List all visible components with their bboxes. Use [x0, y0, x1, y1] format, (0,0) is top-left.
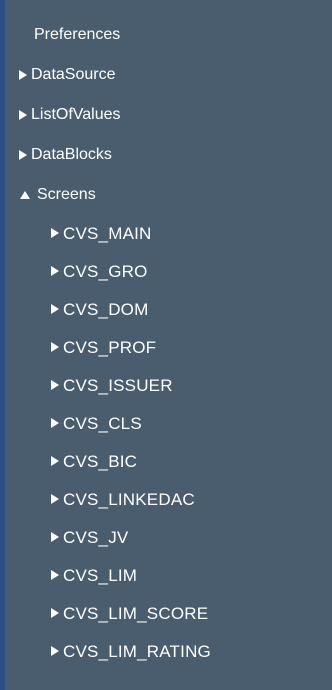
caret-right-icon[interactable]: [49, 531, 61, 543]
tree-item-label: CVS_LIM: [63, 565, 138, 585]
caret-right-icon[interactable]: [49, 493, 61, 505]
caret-right-icon[interactable]: [49, 569, 61, 581]
tree-item-label: Screens: [37, 186, 96, 203]
caret-right-icon[interactable]: [17, 149, 29, 161]
tree-item-cvs-cls[interactable]: CVS_CLS: [49, 405, 142, 441]
tree-item-cvs-linkedac[interactable]: CVS_LINKEDAC: [49, 481, 195, 517]
tree-item-label: DataSource: [31, 66, 116, 83]
tree-item-datablocks[interactable]: DataBlocks: [17, 137, 112, 173]
caret-right-icon[interactable]: [49, 417, 61, 429]
tree-item-screens[interactable]: Screens: [19, 177, 96, 213]
tree-item-label: CVS_GRO: [63, 261, 148, 281]
caret-right-icon[interactable]: [49, 227, 61, 239]
tree-item-label: CVS_CLS: [63, 413, 142, 433]
tree-item-label: CVS_MAIN: [63, 223, 152, 243]
tree-item-cvs-jv[interactable]: CVS_JV: [49, 519, 128, 555]
tree-item-cvs-issuer[interactable]: CVS_ISSUER: [49, 367, 173, 403]
tree-item-label: CVS_ISSUER: [63, 375, 173, 395]
tree-item-label: CVS_DOM: [63, 299, 149, 319]
caret-right-icon[interactable]: [17, 69, 29, 81]
caret-right-icon[interactable]: [49, 303, 61, 315]
tree-item-cvs-main[interactable]: CVS_MAIN: [49, 215, 152, 251]
tree-item-cvs-gro[interactable]: CVS_GRO: [49, 253, 148, 289]
tree-item-datasource[interactable]: DataSource: [17, 57, 116, 93]
tree-item-label: Preferences: [34, 26, 121, 43]
tree-item-cvs-lim-rating[interactable]: CVS_LIM_RATING: [49, 633, 211, 669]
tree-item-cvs-lim[interactable]: CVS_LIM: [49, 557, 137, 593]
tree-item-preferences[interactable]: Preferences: [34, 17, 120, 53]
tree-item-label: CVS_LIM_SCORE: [63, 603, 209, 623]
tree-item-label: CVS_LINKEDAC: [63, 489, 195, 509]
tree-item-label: DataBlocks: [31, 146, 112, 163]
tree-item-label: CVS_PROF: [63, 337, 157, 357]
tree-item-cvs-lim-score[interactable]: CVS_LIM_SCORE: [49, 595, 208, 631]
tree-item-cvs-prof[interactable]: CVS_PROF: [49, 329, 156, 365]
navigation-tree-panel: Preferences DataSource ListOfValues Data…: [0, 0, 332, 690]
caret-right-icon[interactable]: [49, 645, 61, 657]
tree-item-label: CVS_LIM_RATING: [63, 641, 211, 661]
tree-item-label: CVS_BIC: [63, 451, 138, 471]
tree-item-label: ListOfValues: [31, 106, 121, 123]
tree-item-cvs-dom[interactable]: CVS_DOM: [49, 291, 148, 327]
caret-right-icon[interactable]: [49, 265, 61, 277]
caret-right-icon[interactable]: [49, 341, 61, 353]
tree-item-cvs-bic[interactable]: CVS_BIC: [49, 443, 137, 479]
caret-right-icon[interactable]: [49, 607, 61, 619]
caret-right-icon[interactable]: [49, 455, 61, 467]
tree-item-listofvalues[interactable]: ListOfValues: [17, 97, 121, 133]
caret-right-icon[interactable]: [49, 379, 61, 391]
tree-item-label: CVS_JV: [63, 527, 129, 547]
caret-up-icon[interactable]: [19, 189, 31, 201]
caret-right-icon[interactable]: [17, 109, 29, 121]
